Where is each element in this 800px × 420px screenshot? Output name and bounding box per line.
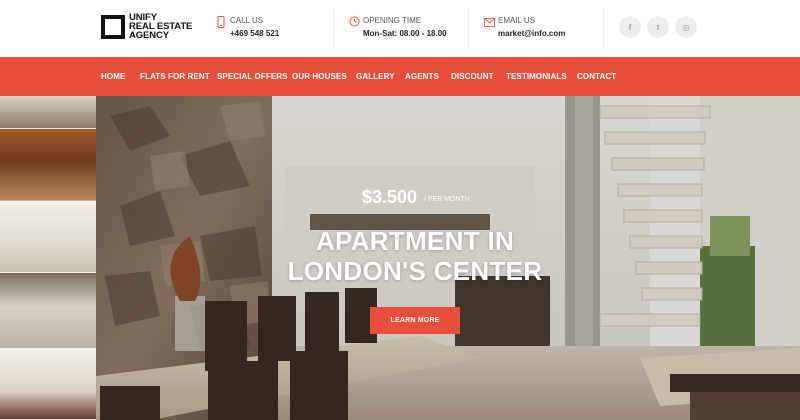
hero-title-line-1: APARTMENT IN [315, 226, 515, 256]
learn-more-button[interactable]: LEARN MORE [370, 307, 460, 334]
contact-email-label: EMAIL US [498, 16, 536, 25]
header-divider [333, 10, 334, 46]
nav-item-agents[interactable]: AGENTS [405, 72, 439, 81]
twitter-icon[interactable]: t [647, 16, 669, 38]
gallery-thumbnail[interactable] [0, 96, 96, 129]
envelope-icon [484, 18, 495, 27]
header-divider [603, 10, 604, 46]
nav-item-testimonials[interactable]: TESTIMONIALS [506, 72, 567, 81]
nav-item-contact[interactable]: CONTACT [577, 72, 616, 81]
clock-icon [349, 16, 360, 27]
header-divider [468, 10, 469, 46]
hero-title-line-2: LONDON'S CENTER [287, 256, 543, 286]
site-header: UNIFY REAL ESTATE AGENCY CALL US +469 54… [0, 0, 800, 57]
contact-email-value[interactable]: market@info.com [498, 29, 565, 38]
contact-call-label: CALL US [230, 16, 264, 25]
hero-slider: $3.500 / PER MONTH APARTMENT IN LONDON'S… [0, 96, 800, 420]
logo-square-icon [101, 14, 125, 39]
contact-call-value[interactable]: +469 548 521 [230, 29, 279, 38]
logo-line-3: AGENCY [129, 30, 170, 41]
facebook-icon[interactable]: f [619, 16, 641, 38]
hero-price-suffix: / PER MONTH [424, 196, 470, 203]
nav-item-home[interactable]: HOME [101, 72, 125, 81]
nav-item-discount[interactable]: DISCOUNT [451, 72, 494, 81]
contact-hours-value: Mon-Sat: 08.00 - 18.00 [363, 29, 447, 38]
gallery-thumbnail[interactable] [0, 348, 96, 420]
hero-price: $3.500 [362, 187, 418, 207]
contact-hours-label: OPENING TIME [363, 16, 422, 25]
instagram-icon[interactable]: ◎ [675, 16, 697, 38]
nav-item-flats-for-rent[interactable]: FLATS FOR RENT [140, 72, 210, 81]
gallery-thumbnail[interactable] [0, 129, 96, 201]
gallery-thumbnail[interactable] [0, 273, 96, 348]
nav-item-gallery[interactable]: GALLERY [356, 72, 395, 81]
gallery-thumbnail[interactable] [0, 201, 96, 273]
logo-text: UNIFY REAL ESTATE AGENCY [129, 13, 192, 41]
phone-icon [217, 16, 225, 28]
nav-item-our-houses[interactable]: OUR HOUSES [292, 72, 347, 81]
nav-item-special-offers[interactable]: SPECIAL OFFERS [217, 72, 288, 81]
main-nav: HOME FLATS FOR RENT SPECIAL OFFERS OUR H… [0, 57, 800, 96]
site-logo[interactable]: UNIFY REAL ESTATE AGENCY [101, 13, 192, 40]
